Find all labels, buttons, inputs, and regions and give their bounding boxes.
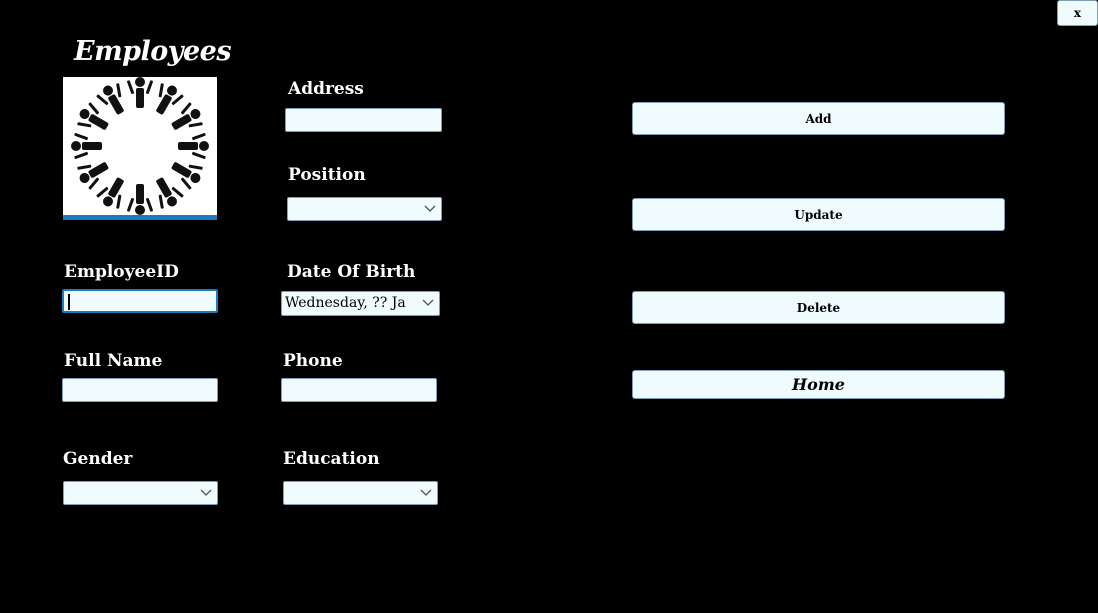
add-button[interactable]: Add — [632, 102, 1005, 135]
close-button[interactable]: x — [1057, 0, 1098, 26]
dob-picker[interactable]: Wednesday, ?? Ja — [281, 291, 440, 316]
phone-label: Phone — [283, 351, 343, 371]
text-caret — [68, 294, 70, 310]
dob-label: Date Of Birth — [287, 262, 416, 282]
gender-dropdown[interactable] — [63, 481, 218, 505]
education-label: Education — [283, 449, 380, 469]
chevron-down-icon — [424, 205, 436, 212]
employees-logo — [63, 77, 217, 220]
address-field[interactable] — [285, 108, 442, 132]
phone-field[interactable] — [281, 378, 437, 402]
page-title: Employees — [74, 36, 232, 67]
full-name-field[interactable] — [62, 378, 218, 402]
address-label: Address — [288, 79, 364, 99]
people-circle-icon — [71, 77, 209, 215]
employee-id-label: EmployeeID — [64, 262, 179, 282]
update-button[interactable]: Update — [632, 198, 1005, 231]
full-name-label: Full Name — [64, 351, 163, 371]
chevron-down-icon — [200, 489, 212, 496]
position-dropdown[interactable] — [287, 197, 442, 221]
chevron-down-icon — [420, 489, 432, 496]
delete-button[interactable]: Delete — [632, 291, 1005, 324]
gender-label: Gender — [63, 449, 133, 469]
education-dropdown[interactable] — [283, 481, 438, 505]
dob-value: Wednesday, ?? Ja — [285, 295, 406, 311]
position-label: Position — [288, 165, 366, 185]
logo-footer-bar — [63, 215, 217, 220]
chevron-down-icon — [422, 296, 434, 308]
home-button[interactable]: Home — [632, 370, 1005, 399]
employee-id-field[interactable] — [62, 289, 218, 313]
